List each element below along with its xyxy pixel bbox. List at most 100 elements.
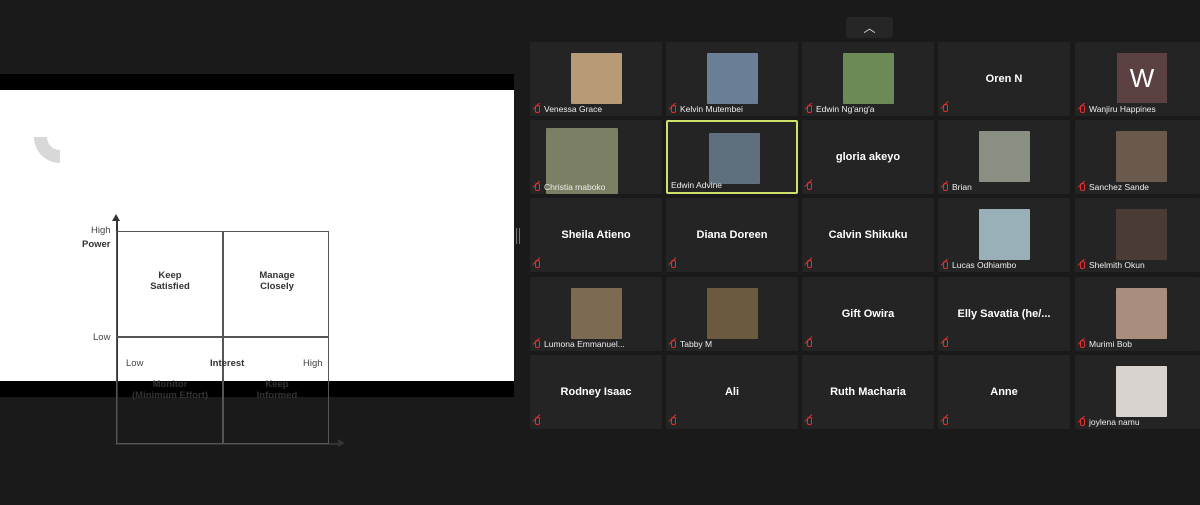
muted-mic-icon <box>533 339 541 349</box>
muted-mic-icon <box>669 260 677 269</box>
quadrant-keep-informed: Keep Informed <box>256 379 298 401</box>
participant-tile[interactable]: Calvin Shikuku <box>802 198 934 272</box>
participant-name: Lucas Odhiambo <box>952 260 1017 270</box>
participant-tile[interactable]: Lumona Emmanuel... <box>530 277 662 351</box>
participant-video <box>709 133 760 184</box>
muted-mic-icon <box>941 417 949 426</box>
participant-tile[interactable]: Shelmith Okun <box>1075 198 1200 272</box>
participant-tile[interactable]: Tabby M <box>666 277 798 351</box>
participant-name: Rodney Isaac <box>560 386 632 398</box>
quadrant-monitor: Monitor (Minimum Effort) <box>132 379 208 401</box>
participant-tile[interactable]: Kelvin Mutembei <box>666 42 798 116</box>
participant-tile[interactable]: Venessa Grace <box>530 42 662 116</box>
muted-mic-icon <box>805 339 813 348</box>
participant-name: Sanchez Sande <box>1089 182 1150 192</box>
participant-name: Gift Owira <box>841 308 895 320</box>
participant-video <box>571 53 622 104</box>
matrix-divider-vertical <box>222 232 224 443</box>
muted-mic-icon <box>1078 339 1086 349</box>
muted-mic-icon <box>533 260 541 269</box>
quadrant-manage-closely: Manage Closely <box>259 270 295 292</box>
participant-name: Tabby M <box>680 339 713 349</box>
participant-name: Christia maboko <box>544 182 606 192</box>
participant-name: Venessa Grace <box>544 104 603 114</box>
participant-tile[interactable]: Sheila Atieno <box>530 198 662 272</box>
y-axis-title: Power <box>82 239 111 250</box>
participant-tile[interactable]: joylena namu <box>1075 355 1200 429</box>
muted-mic-icon <box>669 104 677 114</box>
muted-mic-icon <box>805 417 813 426</box>
participant-name: Edwin Ng'ang'a <box>816 104 875 114</box>
participant-name: Edwin Advine <box>671 180 723 190</box>
x-axis-high-label: High <box>303 358 323 369</box>
participant-tile[interactable]: W Wanjiru Happines <box>1075 42 1200 116</box>
participant-tile[interactable]: Edwin Ng'ang'a <box>802 42 934 116</box>
participant-name-label: Venessa Grace <box>533 103 602 115</box>
collapse-gallery-button[interactable]: ︿ <box>846 17 893 38</box>
participant-name-label: Edwin Advine <box>671 179 722 191</box>
muted-mic-icon <box>941 339 949 348</box>
muted-mic-icon <box>533 104 541 114</box>
decorative-arc-icon <box>34 137 60 163</box>
muted-mic-icon <box>941 182 949 192</box>
participant-name: Calvin Shikuku <box>828 229 908 241</box>
participant-name: Sheila Atieno <box>561 229 631 241</box>
participant-name: Ali <box>724 386 740 398</box>
participant-name: gloria akeyo <box>835 151 901 163</box>
participant-avatar: W <box>1117 53 1167 103</box>
muted-mic-icon <box>1078 182 1086 192</box>
participant-name-label: Brian <box>941 181 972 193</box>
x-axis-title: Interest <box>210 358 245 369</box>
matrix-divider-horizontal <box>117 336 328 338</box>
participant-video <box>571 288 622 339</box>
participant-name: Diana Doreen <box>696 229 768 241</box>
quadrant-keep-satisfied: Keep Satisfied <box>150 270 190 292</box>
participant-name: Oren N <box>985 73 1023 85</box>
panel-resize-handle[interactable] <box>516 228 520 244</box>
participant-name: Brian <box>952 182 972 192</box>
participant-tile[interactable]: gloria akeyo <box>802 120 934 194</box>
participant-name: Shelmith Okun <box>1089 260 1145 270</box>
muted-mic-icon <box>941 104 949 113</box>
participant-tile[interactable]: Anne <box>938 355 1070 429</box>
participant-name-label: Lucas Odhiambo <box>941 259 1016 271</box>
muted-mic-icon <box>533 182 541 192</box>
participant-video <box>979 131 1030 182</box>
participant-tile[interactable]: Gift Owira <box>802 277 934 351</box>
participant-name-label: Wanjiru Happines <box>1078 103 1156 115</box>
muted-mic-icon <box>669 417 677 426</box>
shared-screen[interactable]: Keep Satisfied Manage Closely Monitor (M… <box>0 74 514 447</box>
muted-mic-icon <box>805 182 813 191</box>
muted-mic-icon <box>805 260 813 269</box>
muted-mic-icon <box>533 417 541 426</box>
participant-tile[interactable]: Edwin Advine <box>666 120 798 194</box>
participant-tile[interactable]: Ali <box>666 355 798 429</box>
muted-mic-icon <box>941 260 949 270</box>
participant-tile[interactable]: Lucas Odhiambo <box>938 198 1070 272</box>
y-axis-low-label: Low <box>93 332 111 343</box>
participant-tile[interactable]: Sanchez Sande <box>1075 120 1200 194</box>
participant-tile[interactable]: Murimi Bob <box>1075 277 1200 351</box>
participant-tile[interactable]: Oren N <box>938 42 1070 116</box>
muted-mic-icon <box>1078 260 1086 270</box>
participant-name: Ruth Macharia <box>830 386 906 398</box>
muted-mic-icon <box>1078 417 1086 427</box>
participant-name: joylena namu <box>1089 417 1140 427</box>
meeting-window: Keep Satisfied Manage Closely Monitor (M… <box>0 0 1200 505</box>
participant-video <box>1116 209 1167 260</box>
participant-tile[interactable]: Diana Doreen <box>666 198 798 272</box>
participant-name-label: Shelmith Okun <box>1078 259 1145 271</box>
participant-tile[interactable]: Christia maboko <box>530 120 662 194</box>
participant-tile[interactable]: Rodney Isaac <box>530 355 662 429</box>
participant-name-label: Tabby M <box>669 338 712 350</box>
participant-name-label: Lumona Emmanuel... <box>533 338 625 350</box>
participant-gallery: Venessa Grace Kelvin Mutembei Edwin Ng'ang… <box>530 42 1200 432</box>
participant-name: Lumona Emmanuel... <box>544 339 625 349</box>
presentation-slide: Keep Satisfied Manage Closely Monitor (M… <box>0 90 514 447</box>
muted-mic-icon <box>669 339 677 349</box>
participant-tile[interactable]: Ruth Macharia <box>802 355 934 429</box>
arrow-right-icon <box>338 439 345 447</box>
participant-tile[interactable]: Brian <box>938 120 1070 194</box>
participant-video <box>979 209 1030 260</box>
participant-tile[interactable]: Elly Savatia (he/... <box>938 277 1070 351</box>
